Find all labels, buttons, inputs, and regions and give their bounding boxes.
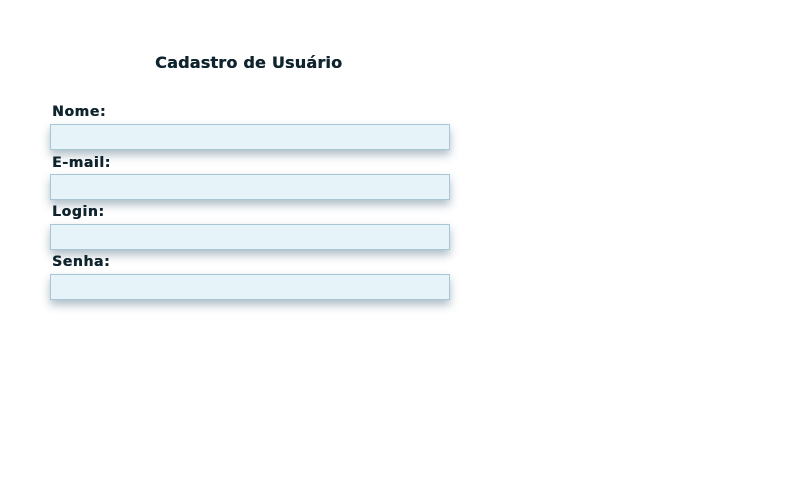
user-registration-form: Cadastro de Usuário Nome: E-mail: Login:… xyxy=(0,0,800,500)
email-label: E-mail: xyxy=(52,155,111,171)
login-input[interactable] xyxy=(50,224,450,250)
name-label: Nome: xyxy=(52,104,107,120)
form-title: Cadastro de Usuário xyxy=(155,53,343,72)
name-input[interactable] xyxy=(50,124,450,150)
password-label: Senha: xyxy=(52,254,111,270)
password-input[interactable] xyxy=(50,274,450,300)
login-label: Login: xyxy=(52,204,105,220)
email-input[interactable] xyxy=(50,174,450,200)
